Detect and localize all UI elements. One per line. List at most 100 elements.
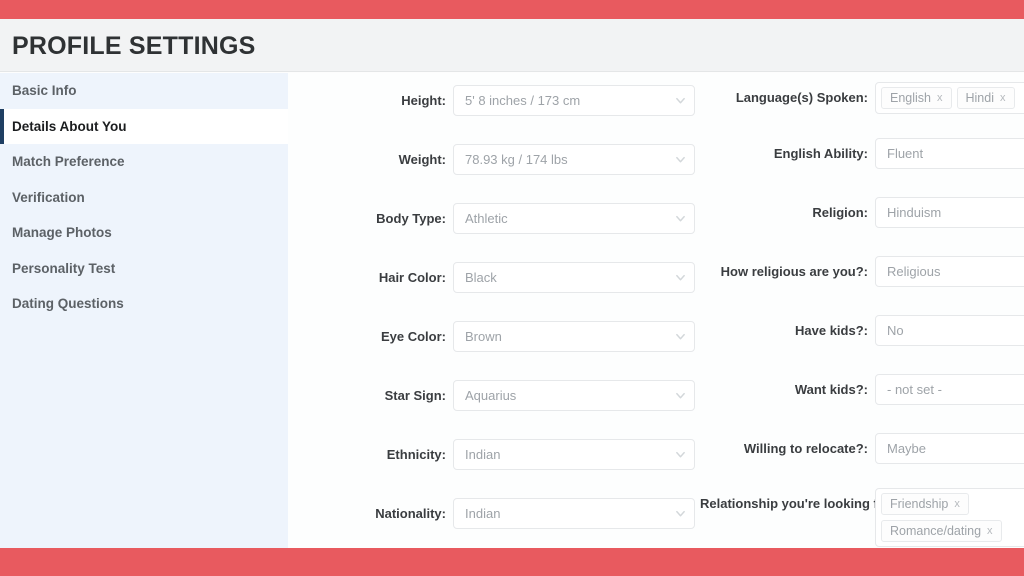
tag-chip-label: English (890, 91, 931, 105)
field-label-weight: Weight: (398, 152, 446, 167)
tag-remove-icon[interactable]: x (987, 525, 993, 537)
tag-remove-icon[interactable]: x (937, 92, 943, 104)
select-have-kids[interactable]: No (875, 315, 1024, 346)
field-row-religion: Religion: Hinduism (700, 197, 1024, 228)
select-body-type[interactable]: Athletic (453, 203, 695, 234)
tag-chip-label: Friendship (890, 497, 949, 511)
field-row-ethnicity: Ethnicity: Indian (328, 439, 695, 470)
select-value: Fluent (887, 146, 924, 161)
sidebar-item-basic-info[interactable]: Basic Info (0, 73, 288, 109)
top-accent-bar (0, 0, 1024, 19)
field-row-height: Height: 5' 8 inches / 173 cm (328, 85, 695, 116)
field-row-body-type: Body Type: Athletic (328, 203, 695, 234)
field-row-want-kids: Want kids?: - not set - (700, 374, 1024, 405)
select-value: Brown (465, 329, 502, 344)
field-row-relationship-you-re-looking-for: Relationship you're looking for: Friendsh… (700, 488, 1024, 547)
field-label-religion: Religion: (812, 205, 868, 220)
tag-chip-label: Romance/dating (890, 524, 982, 538)
sidebar-item-match-preference[interactable]: Match Preference (0, 144, 288, 180)
select-value: No (887, 323, 904, 338)
select-value: - not set - (887, 382, 942, 397)
field-row-hair-color: Hair Color: Black (328, 262, 695, 293)
tag-chip-label: Hindi (965, 91, 995, 105)
select-ethnicity[interactable]: Indian (453, 439, 695, 470)
sidebar-item-label: Match Preference (12, 154, 125, 170)
sidebar-item-manage-photos[interactable]: Manage Photos (0, 215, 288, 251)
field-label-relationship-you-re-looking-for: Relationship you're looking for: (700, 496, 896, 511)
sidebar-item-verification[interactable]: Verification (0, 180, 288, 216)
field-label-hair-color: Hair Color: (378, 270, 446, 285)
select-value: Indian (465, 447, 501, 462)
select-value: Indian (465, 506, 501, 521)
tag-chip-english: English x (881, 87, 952, 109)
field-row-eye-color: Eye Color: Brown (328, 321, 695, 352)
chevron-down-icon (675, 272, 685, 281)
select-willing-to-relocate[interactable]: Maybe (875, 433, 1024, 464)
select-want-kids[interactable]: - not set - (875, 374, 1024, 405)
field-label-body-type: Body Type: (376, 211, 446, 226)
select-value: Maybe (887, 441, 927, 456)
tag-chip-romance-dating: Romance/dating x (881, 520, 1002, 542)
tag-input-language-s-spoken[interactable]: English x Hindi x (875, 82, 1024, 114)
chevron-down-icon (675, 331, 685, 340)
field-label-how-religious-are-you: How religious are you?: (720, 264, 868, 279)
field-row-english-ability: English Ability: Fluent (700, 138, 1024, 169)
tag-remove-icon[interactable]: x (954, 498, 960, 510)
select-nationality[interactable]: Indian (453, 498, 695, 529)
field-label-star-sign: Star Sign: (384, 388, 446, 403)
select-religion[interactable]: Hinduism (875, 197, 1024, 228)
field-label-eye-color: Eye Color: (380, 329, 446, 344)
sidebar-item-personality-test[interactable]: Personality Test (0, 251, 288, 287)
select-value: 78.93 kg / 174 lbs (465, 152, 568, 167)
field-label-language-s-spoken: Language(s) Spoken: (735, 90, 868, 105)
field-label-willing-to-relocate: Willing to relocate?: (743, 441, 868, 456)
field-label-english-ability: English Ability: (773, 146, 868, 161)
field-label-nationality: Nationality: (375, 506, 446, 521)
field-row-nationality: Nationality: Indian (328, 498, 695, 529)
select-value: Athletic (465, 211, 508, 226)
chevron-down-icon (675, 154, 685, 163)
sidebar-item-label: Personality Test (12, 260, 116, 276)
field-label-have-kids: Have kids?: (795, 323, 868, 338)
sidebar-item-label: Manage Photos (12, 225, 112, 241)
sidebar-item-label: Dating Questions (12, 296, 124, 312)
field-row-star-sign: Star Sign: Aquarius (328, 380, 695, 411)
select-hair-color[interactable]: Black (453, 262, 695, 293)
select-value: Religious (887, 264, 941, 279)
tag-chip-friendship: Friendship x (881, 493, 969, 515)
sidebar-item-label: Basic Info (12, 83, 77, 99)
select-height[interactable]: 5' 8 inches / 173 cm (453, 85, 695, 116)
select-value: Aquarius (465, 388, 517, 403)
sidebar-navigation: Basic Info Details About You Match Prefere… (0, 73, 288, 548)
chevron-down-icon (675, 390, 685, 399)
sidebar-item-label: Details About You (12, 118, 127, 134)
details-about-you-form: Height: 5' 8 inches / 173 cm Weight: 78.93 … (288, 73, 1024, 548)
bottom-accent-bar (0, 548, 1024, 576)
tag-chip-hindi: Hindi x (956, 87, 1015, 109)
page-title: PROFILE SETTINGS (12, 32, 256, 60)
field-label-ethnicity: Ethnicity: (386, 447, 446, 462)
chevron-down-icon (675, 508, 685, 517)
field-row-language-s-spoken: Language(s) Spoken: English x Hindi x (700, 82, 1024, 114)
select-value: Black (465, 270, 497, 285)
chevron-down-icon (675, 213, 685, 222)
select-how-religious-are-you[interactable]: Religious (875, 256, 1024, 287)
select-value: Hinduism (887, 205, 942, 220)
tag-input-relationship-you-re-looking-for[interactable]: Friendship x Romance/dating x (875, 488, 1024, 547)
field-row-have-kids: Have kids?: No (700, 315, 1024, 346)
select-value: 5' 8 inches / 173 cm (465, 93, 581, 108)
sidebar-item-label: Verification (12, 189, 85, 205)
select-eye-color[interactable]: Brown (453, 321, 695, 352)
field-label-want-kids: Want kids?: (794, 382, 868, 397)
select-star-sign[interactable]: Aquarius (453, 380, 695, 411)
page-header: PROFILE SETTINGS (0, 19, 1024, 72)
field-row-how-religious-are-you: How religious are you?: Religious (700, 256, 1024, 287)
select-weight[interactable]: 78.93 kg / 174 lbs (453, 144, 695, 175)
select-english-ability[interactable]: Fluent (875, 138, 1024, 169)
chevron-down-icon (675, 449, 685, 458)
chevron-down-icon (675, 95, 685, 104)
sidebar-item-details-about-you[interactable]: Details About You (0, 108, 288, 144)
tag-remove-icon[interactable]: x (1000, 92, 1006, 104)
sidebar-item-dating-questions[interactable]: Dating Questions (0, 286, 288, 322)
field-row-weight: Weight: 78.93 kg / 174 lbs (328, 144, 695, 175)
